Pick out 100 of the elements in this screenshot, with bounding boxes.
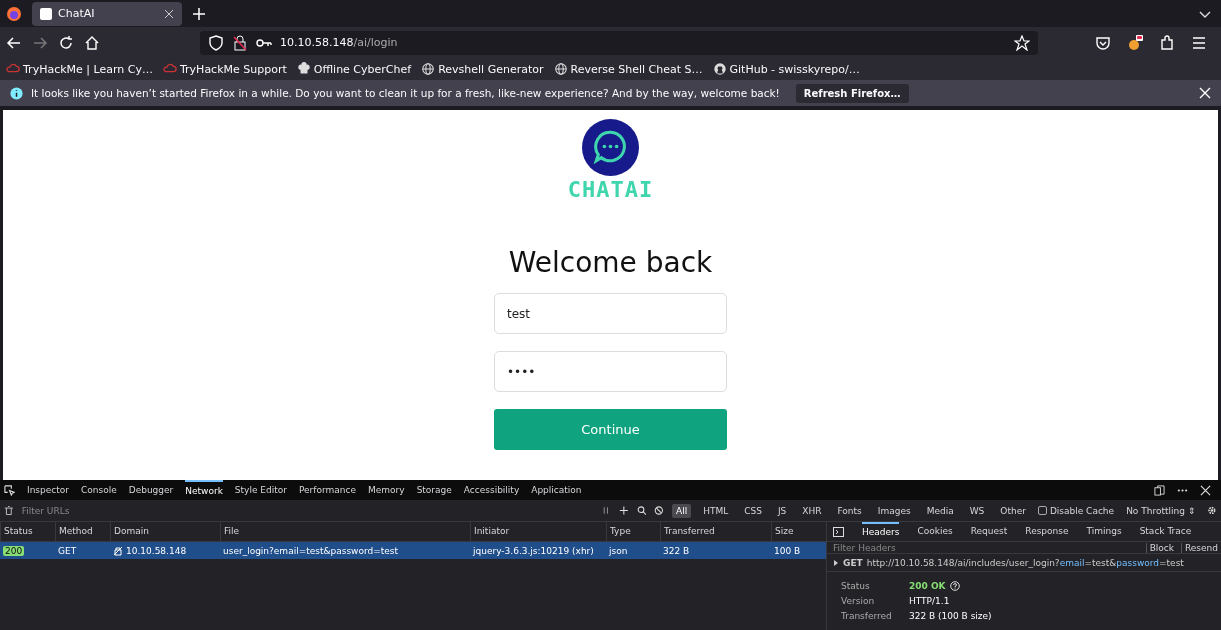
plus-icon[interactable]	[618, 505, 629, 516]
bookmark[interactable]: Revshell Generator	[421, 62, 544, 76]
type-filter[interactable]: Media	[922, 503, 958, 518]
chat-logo-icon	[582, 119, 639, 176]
brand-name: CHATAI	[567, 177, 654, 202]
status-value: 200 OK	[909, 581, 946, 591]
request-row[interactable]: 200 GET 10.10.58.148 user_login?email=test&password=test jquery-3.6.3.js:10219 (xhr) json 322 B 100 B	[0, 542, 826, 559]
column-header[interactable]: Method	[55, 522, 110, 541]
type-filter[interactable]: HTML	[699, 503, 733, 518]
home-icon[interactable]	[84, 34, 100, 51]
search-icon[interactable]	[636, 505, 647, 516]
close-icon[interactable]	[164, 8, 174, 19]
globe-icon	[553, 62, 568, 76]
bookmark-star-icon[interactable]	[1014, 34, 1030, 51]
bookmark[interactable]: TryHackMe Support	[162, 62, 287, 76]
table-cell-text: json	[608, 545, 629, 556]
status-code: 200	[3, 545, 25, 556]
reload-icon[interactable]	[58, 34, 74, 51]
shield-icon[interactable]	[208, 34, 224, 51]
email-field[interactable]: test	[494, 293, 727, 334]
expand-icon[interactable]	[833, 559, 839, 566]
table-cell-text: GET	[57, 545, 78, 556]
settings-icon[interactable]	[1207, 505, 1217, 516]
bookmark[interactable]: TryHackMe | Learn Cy…	[6, 62, 153, 76]
field-label: Transferred	[841, 611, 893, 621]
notification-message: It looks like you haven’t started Firefox in a while. Do you want to clean it up for a fresh, like-new experience? And by the way, welcome back!	[31, 87, 780, 99]
detail-tab[interactable]: Headers	[862, 522, 900, 541]
firefox-icon[interactable]	[6, 5, 22, 22]
filter-headers-field[interactable]: Filter Headers	[833, 542, 896, 553]
table-cell-text: user_login?email=test&password=test	[222, 545, 400, 556]
devtools-tab[interactable]: Debugger	[128, 480, 174, 500]
welcome-heading: Welcome back	[508, 246, 713, 279]
detail-tab[interactable]: Response	[1025, 522, 1069, 541]
table-cell-text: jquery-3.6.3.js:10219 (xhr)	[472, 545, 595, 556]
type-filter[interactable]: CSS	[740, 503, 766, 518]
browser-tab[interactable]: ChatAI	[32, 1, 182, 26]
close-icon[interactable]	[1200, 484, 1211, 496]
devtools-tab[interactable]: Inspector	[27, 480, 69, 500]
devtools-tab[interactable]: Performance	[298, 480, 356, 500]
type-filter[interactable]: All	[671, 503, 692, 518]
help-icon[interactable]	[949, 581, 960, 591]
back-icon[interactable]	[6, 34, 22, 51]
column-header[interactable]: File	[220, 522, 470, 541]
bookmark[interactable]: Offline CyberChef	[296, 62, 412, 76]
type-filter[interactable]: Other	[996, 503, 1030, 518]
devtools-tab[interactable]: Storage	[416, 480, 452, 500]
detail-tab[interactable]: Request	[970, 522, 1008, 541]
detail-tab[interactable]: Timings	[1086, 522, 1122, 541]
request-url: http://10.10.58.148/ai/includes/user_login?email=test&password=test	[866, 557, 1184, 568]
block-icon[interactable]	[654, 505, 664, 516]
type-filter[interactable]: XHR	[798, 503, 826, 518]
bookmark[interactable]: GitHub - swisskyrepo/…	[712, 62, 860, 76]
password-field[interactable]: ••••	[494, 351, 727, 392]
field-label: Status	[841, 581, 871, 591]
pocket-icon[interactable]	[1095, 34, 1111, 51]
detail-tab[interactable]: Stack Trace	[1139, 522, 1192, 541]
column-header[interactable]: Size	[771, 522, 826, 541]
filter-urls-field[interactable]: Filter URLs	[21, 505, 594, 516]
github-icon	[712, 62, 727, 76]
trash-icon[interactable]	[4, 505, 14, 516]
table-cell-text: 322 B	[662, 545, 691, 556]
request-method: GET	[843, 557, 863, 568]
column-header[interactable]: Transferred	[660, 522, 771, 541]
devtools-tab[interactable]: Accessibility	[463, 480, 520, 500]
type-filter[interactable]: JS	[773, 503, 791, 518]
insecure-lock-icon[interactable]	[232, 34, 248, 51]
forward-icon[interactable]	[32, 34, 48, 51]
new-tab-icon[interactable]	[192, 6, 206, 21]
insecure-icon	[113, 545, 123, 556]
picker-icon[interactable]	[4, 484, 15, 496]
pause-icon[interactable]	[601, 505, 611, 516]
detail-tab[interactable]: Cookies	[917, 522, 953, 541]
menu-icon[interactable]	[1191, 34, 1207, 51]
column-header[interactable]: Type	[606, 522, 660, 541]
field-value: 322 B (100 B size)	[909, 611, 992, 621]
disable-cache-checkbox[interactable]: Disable Cache	[1037, 505, 1115, 516]
devtools-tab[interactable]: Application	[531, 480, 582, 500]
type-filter[interactable]: WS	[965, 503, 989, 518]
type-filter[interactable]: Fonts	[833, 503, 866, 518]
chef-icon	[296, 62, 311, 76]
responsive-icon[interactable]	[1154, 484, 1165, 496]
sidebar-toggle-icon[interactable]	[833, 526, 844, 537]
devtools-tab[interactable]: Style Editor	[234, 480, 287, 500]
refresh-firefox-button[interactable]: Refresh Firefox…	[795, 83, 909, 103]
table-cell: 10.10.58.148	[126, 545, 187, 556]
field-value: HTTP/1.1	[909, 596, 950, 606]
field-label: Version	[841, 596, 876, 606]
column-header[interactable]: Initiator	[470, 522, 606, 541]
info-icon	[10, 86, 23, 100]
bookmark[interactable]: Reverse Shell Cheat S…	[553, 62, 703, 76]
type-filter[interactable]: Images	[873, 503, 915, 518]
address-bar[interactable]: 10.10.58.148/ai/login	[200, 30, 1038, 55]
resend-button[interactable]: Resend	[1180, 542, 1221, 553]
throttling-select[interactable]: No Throttling ⇕	[1122, 503, 1200, 518]
devtools-tab[interactable]: Console	[81, 480, 117, 500]
column-header[interactable]: Domain	[110, 522, 220, 541]
globe-icon	[421, 62, 436, 76]
devtools-tab[interactable]: Memory	[368, 480, 405, 500]
column-header[interactable]: Status	[0, 522, 55, 541]
block-button[interactable]: Block	[1145, 542, 1177, 553]
